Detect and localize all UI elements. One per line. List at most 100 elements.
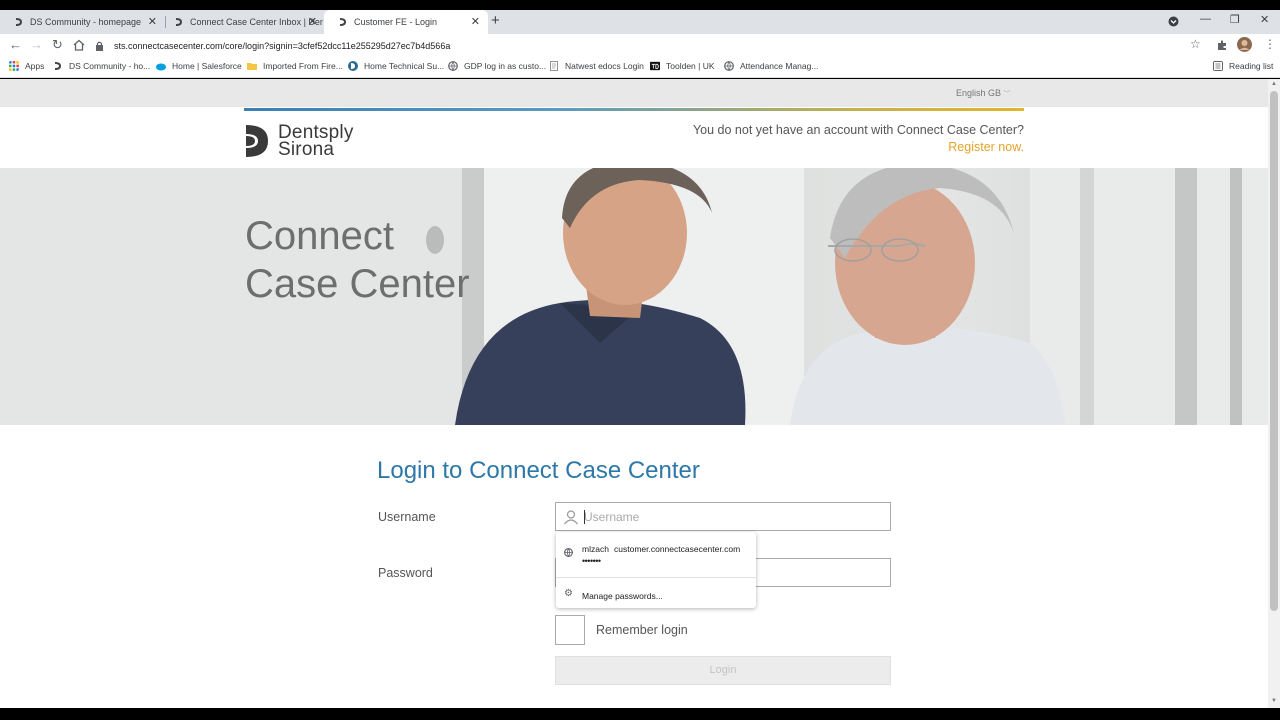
hero-title-line-1: Connect xyxy=(245,214,394,258)
bookmark-label: Toolden | UK xyxy=(666,61,715,71)
password-label: Password xyxy=(378,566,433,580)
tab-strip: DS Community - homepage ✕ Connect Case C… xyxy=(0,10,1280,34)
back-arrow-icon[interactable]: ← xyxy=(9,37,22,52)
globe-icon xyxy=(448,61,458,71)
reading-list-button[interactable]: Reading list xyxy=(1213,61,1273,71)
username-field[interactable] xyxy=(555,502,891,531)
bookmark-attendance[interactable]: Attendance Manag... xyxy=(724,61,818,71)
scroll-up-arrow-icon[interactable]: ▲ xyxy=(1271,81,1277,87)
reload-icon[interactable]: ↻ xyxy=(52,37,63,53)
language-selector[interactable]: English GB ﹀ xyxy=(956,88,1011,99)
bookmark-star-icon[interactable]: ☆ xyxy=(1190,37,1201,51)
manage-passwords-row[interactable]: ⚙ Manage passwords... xyxy=(556,578,756,608)
bookmark-label: Imported From Fire... xyxy=(263,61,343,71)
bookmark-label: Home | Salesforce xyxy=(172,61,242,71)
forward-arrow-icon[interactable]: → xyxy=(30,37,43,52)
user-icon xyxy=(564,510,578,525)
tab-title: DS Community - homepage xyxy=(30,17,142,27)
dentsply-favicon-icon xyxy=(16,18,22,26)
remember-login-label: Remember login xyxy=(596,623,688,637)
kebab-menu-icon[interactable]: ⋮ xyxy=(1264,37,1276,51)
bookmark-label: GDP log in as custo... xyxy=(464,61,547,71)
logo-wordmark: Dentsply Sirona xyxy=(278,123,354,160)
dentsply-sirona-logo[interactable]: Dentsply Sirona xyxy=(244,123,354,160)
no-account-text: You do not yet have an account with Conn… xyxy=(692,123,1024,137)
bookmark-gdp-login[interactable]: GDP log in as custo... xyxy=(448,61,546,71)
dentsply-favicon-icon xyxy=(340,18,346,26)
bookmark-label: Home Technical Su... xyxy=(364,61,445,71)
tab-search-icon[interactable] xyxy=(1168,16,1179,27)
tab-connect-inbox[interactable]: Connect Case Center Inbox | Der ✕ xyxy=(160,10,325,34)
language-bar: English GB ﹀ xyxy=(0,79,1268,107)
text-caret xyxy=(584,510,585,524)
bookmarks-bar: Apps DS Community - ho... Home | Salesfo… xyxy=(0,58,1280,78)
login-heading: Login to Connect Case Center xyxy=(377,457,700,484)
document-icon xyxy=(550,61,558,71)
web-page: English GB ﹀ Dentsply Sirona You do not … xyxy=(0,79,1268,708)
address-bar[interactable]: sts.connectcasecenter.com/core/login?sig… xyxy=(95,36,1210,56)
register-link[interactable]: Register now. xyxy=(948,140,1024,154)
chevron-down-icon: ﹀ xyxy=(1003,91,1011,98)
bookmark-natwest[interactable]: Natwest edocs Login xyxy=(549,61,644,71)
language-label: English GB xyxy=(956,88,1002,98)
manage-passwords-label: Manage passwords... xyxy=(582,591,663,601)
bookmark-apps[interactable]: Apps xyxy=(9,61,44,71)
bookmark-imported[interactable]: Imported From Fire... xyxy=(247,61,343,71)
profile-avatar[interactable] xyxy=(1237,37,1252,52)
toolden-logo-icon xyxy=(650,61,660,71)
autofill-dropdown: mlzach customer.connectcasecenter.com ••… xyxy=(556,532,756,608)
bookmark-ds-community[interactable]: DS Community - ho... xyxy=(53,61,150,71)
dentsply-favicon-icon xyxy=(55,62,61,70)
lock-icon xyxy=(96,41,103,51)
hero-banner: Connect Case Center xyxy=(0,168,1268,425)
reading-list-label: Reading list xyxy=(1229,61,1274,71)
close-tab-icon[interactable]: ✕ xyxy=(471,16,480,28)
hero-title-line-2: Case Center xyxy=(245,262,470,306)
browser-toolbar: ← → ↻ sts.connectcasecenter.com/core/log… xyxy=(0,34,1280,58)
remember-login-checkbox[interactable] xyxy=(555,615,585,645)
saved-credential-row[interactable]: mlzach customer.connectcasecenter.com ••… xyxy=(556,532,756,577)
folder-icon xyxy=(247,63,257,70)
minimize-icon[interactable]: — xyxy=(1200,13,1211,25)
new-tab-plus-icon[interactable]: + xyxy=(491,12,500,29)
page-scrollbar[interactable]: ▲ ▼ xyxy=(1268,79,1280,708)
scrollbar-thumb[interactable] xyxy=(1270,91,1278,611)
close-tab-icon[interactable]: ✕ xyxy=(308,16,317,28)
bookmark-technical-support[interactable]: Home Technical Su... xyxy=(348,61,444,71)
restore-icon[interactable]: ❐ xyxy=(1230,13,1240,26)
saved-username: mlzach xyxy=(582,544,609,554)
gear-icon: ⚙ xyxy=(564,588,573,599)
hero-title: Connect Case Center xyxy=(245,212,470,308)
dentsply-logo-mark-icon xyxy=(246,125,268,157)
bookmark-toolden[interactable]: Toolden | UK xyxy=(650,61,715,71)
hero-photo-two-men xyxy=(0,168,1268,425)
tab-title: Customer FE - Login xyxy=(354,17,438,27)
saved-site: customer.connectcasecenter.com xyxy=(614,544,741,554)
tab-ds-community[interactable]: DS Community - homepage ✕ xyxy=(0,10,165,34)
url-text: sts.connectcasecenter.com/core/login?sig… xyxy=(114,41,451,51)
apps-grid-icon xyxy=(9,61,19,71)
bookmark-label: Attendance Manag... xyxy=(740,61,819,71)
bookmark-label: Natwest edocs Login xyxy=(565,61,644,71)
scroll-down-arrow-icon[interactable]: ▼ xyxy=(1271,698,1277,704)
dentsply-favicon-icon xyxy=(348,61,358,71)
site-header: Dentsply Sirona You do not yet have an a… xyxy=(0,111,1268,168)
extensions-puzzle-icon[interactable] xyxy=(1216,39,1228,51)
close-window-icon[interactable]: ✕ xyxy=(1260,13,1269,26)
close-tab-icon[interactable]: ✕ xyxy=(148,16,157,28)
salesforce-cloud-icon xyxy=(156,63,166,71)
tab-customer-login[interactable]: Customer FE - Login ✕ xyxy=(324,10,488,34)
globe-icon xyxy=(724,61,734,71)
bookmark-salesforce[interactable]: Home | Salesforce xyxy=(156,61,242,71)
bookmark-label: DS Community - ho... xyxy=(69,61,151,71)
username-input[interactable] xyxy=(584,503,884,530)
masked-password: ••••••• xyxy=(582,556,601,566)
username-label: Username xyxy=(378,510,436,524)
tab-title: Connect Case Center Inbox | Der xyxy=(190,17,323,27)
globe-icon xyxy=(564,548,573,557)
login-button[interactable]: Login xyxy=(555,656,891,685)
home-icon[interactable] xyxy=(73,39,85,51)
bookmark-label: Apps xyxy=(25,61,45,71)
reading-list-icon xyxy=(1213,61,1223,71)
logo-line-2: Sirona xyxy=(278,139,335,160)
